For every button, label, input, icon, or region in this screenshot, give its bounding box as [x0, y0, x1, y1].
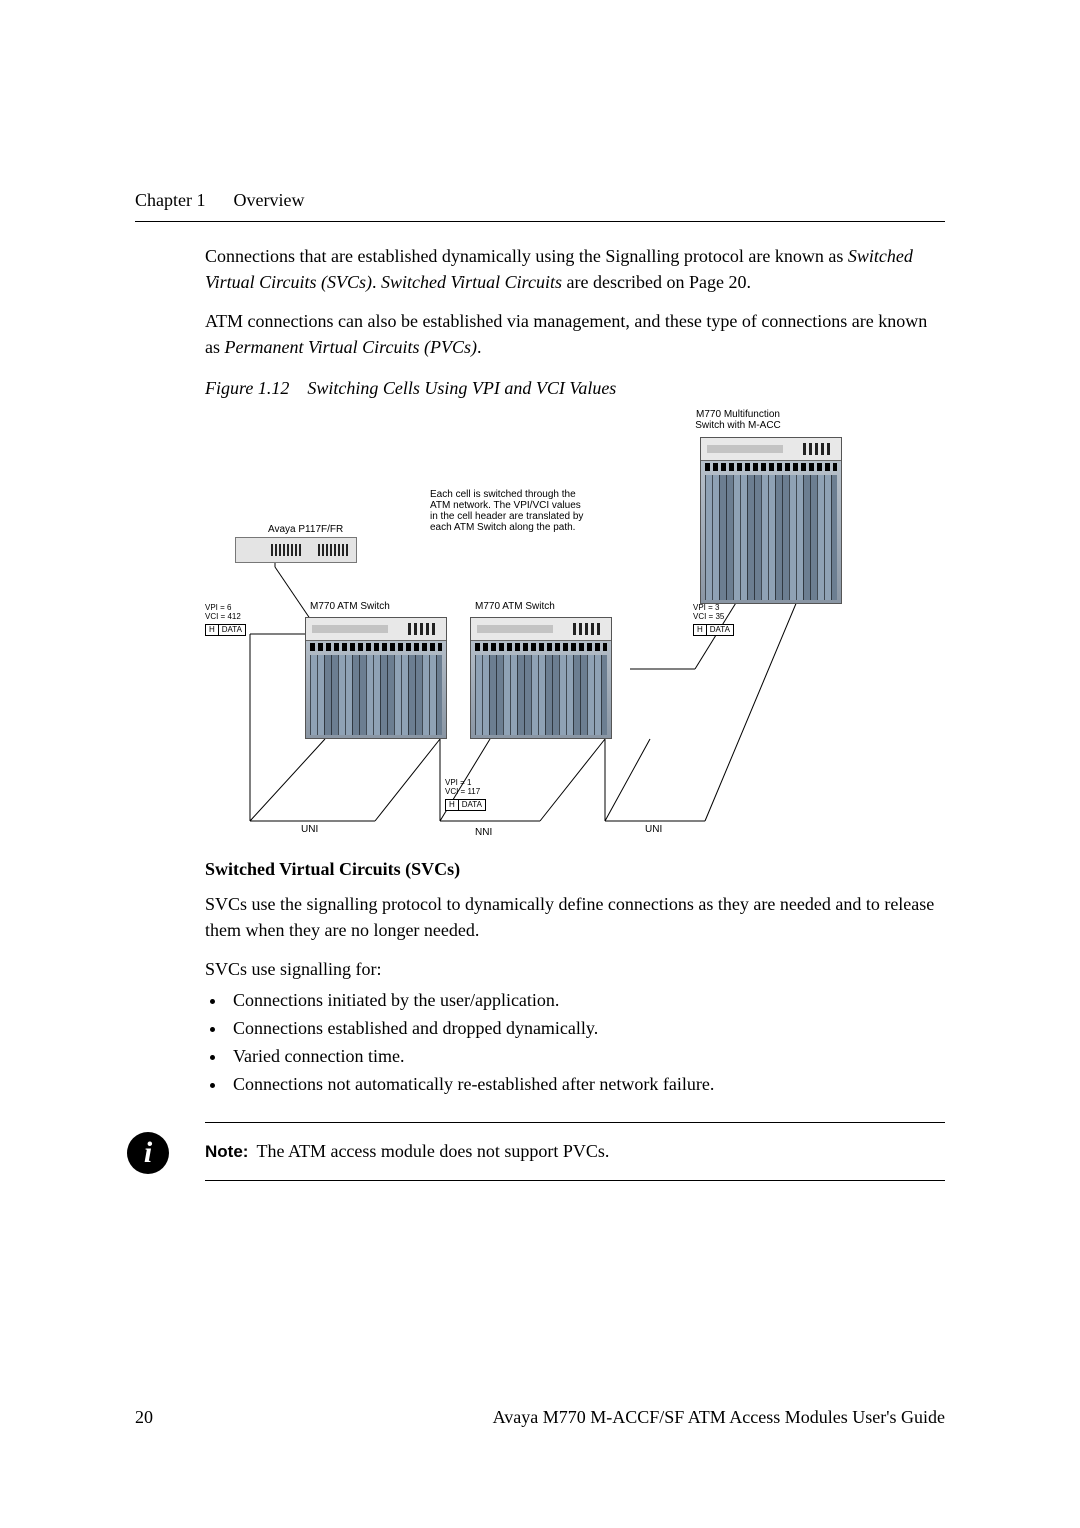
- section-heading-svcs: Switched Virtual Circuits (SVCs): [205, 859, 945, 880]
- cell-box-mid: HDATA: [445, 799, 486, 811]
- italic-term: Permanent Virtual Circuits (PVCs): [225, 337, 477, 357]
- label-line: VCI = 117: [445, 788, 480, 796]
- paragraph-2: ATM connections can also be established …: [205, 309, 945, 360]
- list-item: Connections established and dropped dyna…: [227, 1015, 945, 1043]
- chapter-title: Overview: [233, 190, 304, 211]
- nni-label: NNI: [475, 827, 492, 838]
- paragraph-1: Connections that are established dynamic…: [205, 244, 945, 295]
- cell-data: DATA: [219, 624, 246, 636]
- m770-multifunction-label: M770 Multifunction Switch with M-ACC: [668, 409, 808, 431]
- list-item: Connections initiated by the user/applic…: [227, 987, 945, 1015]
- chapter-label: Chapter 1: [135, 190, 205, 211]
- svc-bullet-list: Connections initiated by the user/applic…: [205, 987, 945, 1099]
- text-segment: Connections that are established dynamic…: [205, 246, 848, 266]
- text-segment: .: [477, 337, 482, 357]
- label-line: VCI = 35: [693, 613, 724, 621]
- label-line: each ATM Switch along the path.: [430, 522, 583, 533]
- info-icon: i: [127, 1132, 169, 1174]
- document-title: Avaya M770 M-ACCF/SF ATM Access Modules …: [493, 1407, 945, 1428]
- cell-box-right: HDATA: [693, 624, 734, 636]
- uni-label-2: UNI: [645, 824, 662, 835]
- cell-box-left: HDATA: [205, 624, 246, 636]
- atm-switch-icon: [470, 617, 612, 739]
- page-footer: 20 Avaya M770 M-ACCF/SF ATM Access Modul…: [135, 1407, 945, 1428]
- cell-h: H: [205, 624, 219, 636]
- cell-h: H: [693, 624, 707, 636]
- switch-1-label: M770 ATM Switch: [310, 601, 390, 612]
- text-segment: are described on Page 20.: [562, 272, 751, 292]
- label-line: ATM network. The VPI/VCI values: [430, 500, 583, 511]
- text-segment: .: [372, 272, 381, 292]
- cell-data: DATA: [707, 624, 734, 636]
- switch-2-label: M770 ATM Switch: [475, 601, 555, 612]
- page-number: 20: [135, 1407, 153, 1428]
- atm-switch-icon: [305, 617, 447, 739]
- label-line: Switch with M-ACC: [668, 420, 808, 431]
- figure-1-12: M770 Multifunction Switch with M-ACC Eac…: [205, 409, 855, 839]
- svc-paragraph-2: SVCs use signalling for:: [205, 957, 945, 983]
- avaya-label: Avaya P117F/FR: [268, 524, 343, 535]
- list-item: Varied connection time.: [227, 1043, 945, 1071]
- label-line: VCI = 412: [205, 613, 241, 621]
- diagram-description: Each cell is switched through the ATM ne…: [430, 489, 583, 533]
- figure-title: Switching Cells Using VPI and VCI Values: [307, 378, 616, 398]
- m770-multifunction-switch-icon: [700, 437, 842, 604]
- svc-paragraph-1: SVCs use the signalling protocol to dyna…: [205, 892, 945, 943]
- vpi-left-label: VPI = 6 VCI = 412: [205, 604, 241, 621]
- vpi-mid-label: VPI = 1 VCI = 117: [445, 779, 480, 796]
- figure-number: Figure 1.12: [205, 378, 289, 398]
- label-line: Each cell is switched through the: [430, 489, 583, 500]
- cell-h: H: [445, 799, 459, 811]
- label-line: M770 Multifunction: [668, 409, 808, 420]
- vpi-right-label: VPI = 3 VCI = 35: [693, 604, 724, 621]
- list-item: Connections not automatically re-establi…: [227, 1071, 945, 1099]
- station-icon: [235, 537, 357, 563]
- note-text: The ATM access module does not support P…: [256, 1141, 609, 1162]
- note-block: i Note: The ATM access module does not s…: [205, 1122, 945, 1181]
- italic-term: Switched Virtual Circuits: [381, 272, 562, 292]
- page-header: Chapter 1 Overview: [135, 190, 945, 222]
- figure-caption: Figure 1.12 Switching Cells Using VPI an…: [205, 378, 945, 399]
- cell-data: DATA: [459, 799, 486, 811]
- note-label: Note:: [205, 1142, 248, 1162]
- label-line: in the cell header are translated by: [430, 511, 583, 522]
- uni-label: UNI: [301, 824, 318, 835]
